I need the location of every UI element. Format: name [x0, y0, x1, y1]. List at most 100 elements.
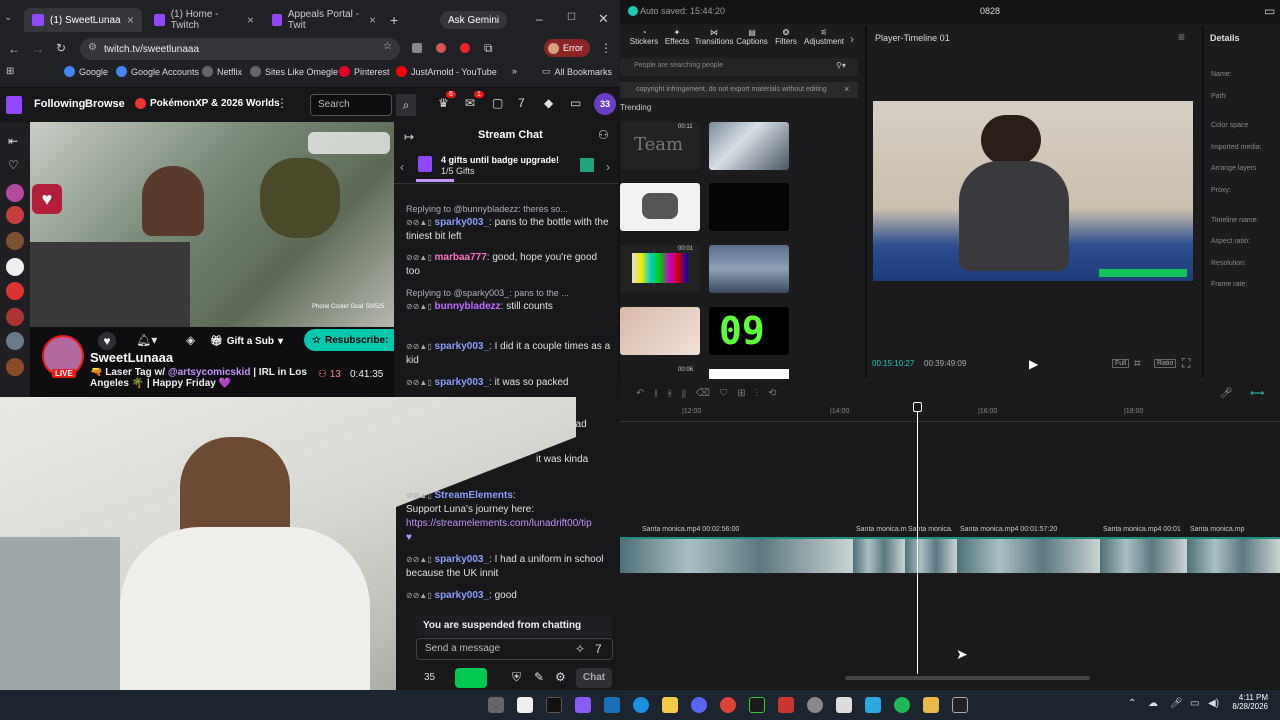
filter-icon[interactable]: ⚲▾	[836, 61, 846, 70]
channel-avatar[interactable]	[6, 258, 24, 276]
spotify-icon[interactable]	[894, 697, 910, 713]
community-icon[interactable]: ⚇	[598, 128, 609, 142]
bookmark-omegle[interactable]: Sites Like Omegle	[250, 66, 338, 77]
site-info-icon[interactable]: ⚙	[88, 42, 97, 53]
timeline-scrollbar[interactable]	[845, 676, 1090, 680]
channel-points[interactable]: 35	[424, 672, 435, 683]
chrome-icon[interactable]	[720, 697, 736, 713]
reply-context[interactable]: Replying to @bunnybladezz: theres so...	[406, 202, 611, 216]
chevron-right-icon[interactable]: ›	[850, 32, 854, 46]
close-icon[interactable]: ×	[369, 13, 376, 27]
window-menu-icon[interactable]: ▭	[1264, 4, 1275, 18]
clock[interactable]: 4:11 PM 8/28/2026	[1230, 693, 1268, 711]
reply-context[interactable]: Replying to @sparky003_: pans to the ...	[406, 286, 611, 300]
menu-kebab-icon[interactable]: ⋮	[600, 41, 612, 55]
volume-icon[interactable]: ◀︎)	[1208, 698, 1219, 709]
crop-icon[interactable]: ⌗	[1134, 356, 1141, 371]
apps-grid-icon[interactable]: ⊞	[6, 66, 14, 77]
media-search-input[interactable]: People are searching people ⚲▾	[620, 58, 858, 76]
more-icon[interactable]: ⋮	[276, 96, 288, 110]
close-window-icon[interactable]: ✕	[598, 11, 609, 27]
discord-icon[interactable]	[691, 697, 707, 713]
stream-video-player[interactable]: ♥ Phone Cooler Goal 50/525	[30, 122, 394, 327]
channel-avatar[interactable]	[6, 358, 24, 376]
play-icon[interactable]: ▶	[1029, 357, 1038, 371]
tool-transitions[interactable]: ⋈ Transitions	[694, 28, 734, 46]
file-explorer-icon[interactable]	[662, 697, 678, 713]
channel-avatar[interactable]	[6, 332, 24, 350]
gift-sub-button[interactable]: 🎁︎ Gift a Sub ▾	[210, 331, 283, 351]
media-thumb[interactable]: Team 00:11	[620, 122, 700, 170]
bonus-points-icon[interactable]	[455, 668, 487, 688]
tool-effects[interactable]: ✦ Effects	[657, 28, 697, 46]
channel-avatar[interactable]	[6, 282, 24, 300]
maximize-icon[interactable]: ☐	[567, 12, 576, 23]
new-tab-icon[interactable]: +	[390, 12, 398, 28]
extension-icon[interactable]	[436, 43, 446, 53]
video-clip[interactable]	[1100, 537, 1187, 573]
tab-search-icon[interactable]: ⌄	[4, 12, 12, 23]
hype-icon[interactable]: ◈	[186, 333, 195, 347]
video-clip[interactable]	[957, 537, 1100, 573]
media-thumb[interactable]	[709, 183, 789, 231]
mod-icons[interactable]: ⊘⊘▲▯	[406, 302, 432, 311]
search-input[interactable]: Search	[310, 94, 392, 116]
forward-icon[interactable]: →	[32, 42, 44, 56]
obs-icon[interactable]	[807, 697, 823, 713]
fullscreen-icon[interactable]: ⛶	[1182, 356, 1190, 371]
settings-gear-icon[interactable]: ⚙	[555, 670, 566, 684]
tool-adjustment[interactable]: ⚟ Adjustment	[804, 28, 844, 46]
mod-icons[interactable]: ⊘⊘▲▯	[406, 342, 432, 351]
bookmark-youtube[interactable]: JustArnold - YouTube	[396, 66, 497, 77]
resubscribe-button[interactable]: ☆ Resubscribe:	[304, 329, 394, 351]
tab-sweetlunaa[interactable]: (1) SweetLunaa ×	[24, 8, 142, 32]
media-thumb[interactable]	[620, 307, 700, 355]
media-thumb[interactable]	[709, 245, 789, 293]
tool-filters[interactable]: ❂ Filters	[766, 28, 806, 46]
extension-7tv-icon[interactable]: 7	[595, 642, 602, 656]
mod-icons[interactable]: ⊘⊘▲▯	[406, 591, 432, 600]
player-menu-icon[interactable]: ≡	[1178, 30, 1185, 44]
chat-send-button[interactable]: Chat	[576, 668, 612, 688]
prime-icon[interactable]: ▭	[570, 96, 581, 110]
close-icon[interactable]: ×	[127, 13, 134, 27]
video-clip[interactable]	[905, 537, 957, 573]
media-thumb[interactable]: 09	[709, 307, 789, 355]
video-clip[interactable]	[853, 537, 905, 573]
close-icon[interactable]: ×	[844, 84, 849, 94]
media-thumb[interactable]: 00:01	[620, 245, 700, 293]
reload-icon[interactable]: ↻	[56, 41, 66, 55]
tab-home-twitch[interactable]: (1) Home - Twitch ×	[146, 8, 262, 32]
channel-avatar[interactable]	[6, 184, 24, 202]
tray-expand-icon[interactable]: ⌃	[1128, 698, 1136, 709]
chat-input[interactable]: Send a message ✧ 7	[416, 638, 613, 660]
network-icon[interactable]: ☁	[1148, 698, 1158, 709]
shield-icon[interactable]: ⛨	[512, 670, 521, 685]
bookmark-netflix[interactable]: Netflix	[202, 66, 242, 77]
chat-username[interactable]: StreamElements	[435, 490, 513, 501]
media-thumb[interactable]	[709, 122, 789, 170]
extension-icon[interactable]	[412, 43, 422, 53]
tiktok-icon[interactable]	[546, 697, 562, 713]
edge-icon[interactable]	[633, 697, 649, 713]
all-bookmarks[interactable]: ▭ All Bookmarks	[542, 66, 612, 77]
chat-username[interactable]: sparky003_	[435, 377, 490, 388]
mod-icons[interactable]: ⊘⊘▲▯	[406, 218, 432, 227]
extension-icon[interactable]	[460, 43, 470, 53]
chat-username[interactable]: sparky003_	[435, 341, 490, 352]
crystal-icon[interactable]: ◆	[544, 96, 553, 110]
minimize-icon[interactable]: –	[536, 12, 543, 26]
pencil-icon[interactable]: ✎	[534, 670, 544, 684]
video-clip[interactable]	[620, 537, 853, 573]
steam-icon[interactable]	[604, 697, 620, 713]
extension-7tv-icon[interactable]: 7	[518, 96, 525, 110]
mod-icons[interactable]: ⊘⊘▲▯	[406, 378, 432, 387]
twitch-logo-icon[interactable]	[6, 96, 22, 114]
app-icon[interactable]	[865, 697, 881, 713]
address-bar[interactable]: ⚙ twitch.tv/sweetlunaaa ☆	[80, 38, 400, 60]
microphone-icon[interactable]: 🎤︎	[1220, 388, 1233, 399]
link-icon[interactable]: ⟷	[1250, 388, 1264, 399]
chevron-left-icon[interactable]: ‹	[400, 160, 404, 174]
back-icon[interactable]: ←	[8, 42, 20, 56]
media-thumb[interactable]	[620, 183, 700, 231]
